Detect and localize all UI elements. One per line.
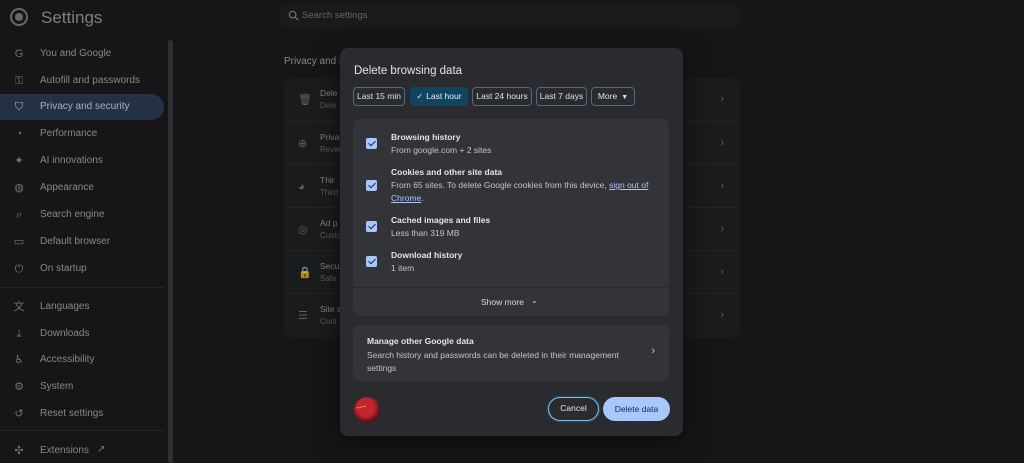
option-subtitle: From 65 sites. To delete Google cookies …	[391, 179, 659, 205]
show-more-label: Show more	[481, 297, 524, 307]
chip-last-7-days[interactable]: Last 7 days	[536, 87, 587, 106]
manage-google-data-row[interactable]: Manage other Google data Search history …	[353, 325, 669, 381]
avatar-logo-icon: ~~~	[355, 403, 368, 413]
chip-label: Last hour	[426, 91, 462, 101]
option-title: Cookies and other site data	[391, 167, 502, 177]
option-subtitle: From google.com + 2 sites	[391, 145, 492, 155]
cookies-checkbox[interactable]	[366, 180, 377, 191]
chip-label: Last 24 hours	[476, 91, 528, 101]
manage-title: Manage other Google data	[367, 336, 474, 346]
chip-last-hour[interactable]: ✓ Last hour	[410, 87, 468, 106]
check-icon: ✓	[416, 92, 424, 101]
profile-avatar[interactable]: ~~~	[354, 397, 380, 423]
chip-last-15-min[interactable]: Last 15 min	[353, 87, 405, 106]
manage-subtitle: Search history and passwords can be dele…	[367, 350, 619, 373]
chevron-down-icon: ⌄	[531, 296, 538, 305]
chip-last-24-hours[interactable]: Last 24 hours	[472, 87, 532, 106]
data-options-list: Browsing history From google.com + 2 sit…	[353, 119, 669, 287]
caret-down-icon: ▼	[621, 94, 629, 101]
chip-label: Last 7 days	[539, 91, 584, 101]
browsing-history-checkbox[interactable]	[366, 138, 377, 149]
dialog-title: Delete browsing data	[354, 65, 463, 77]
chip-more-dropdown[interactable]: More ▼	[591, 87, 635, 106]
delete-data-button[interactable]: Delete data	[603, 397, 670, 421]
chip-label: More	[597, 91, 618, 101]
chip-label: Last 15 min	[357, 91, 401, 101]
option-title: Download history	[391, 250, 463, 260]
download-history-checkbox[interactable]	[366, 256, 377, 267]
option-title: Browsing history	[391, 132, 461, 142]
cached-images-checkbox[interactable]	[366, 221, 377, 232]
show-more-button[interactable]: Show more ⌄	[353, 288, 669, 316]
cancel-button[interactable]: Cancel	[548, 397, 599, 421]
option-subtitle: 1 item	[391, 263, 415, 273]
option-subtitle: Less than 319 MB	[391, 228, 460, 238]
chevron-right-icon: ›	[651, 345, 655, 357]
delete-browsing-data-dialog: Delete browsing data Last 15 min ✓ Last h…	[340, 48, 683, 436]
cookies-subtitle-text: From 65 sites. To delete Google cookies …	[391, 180, 610, 190]
cookies-subtitle-end: .	[421, 193, 424, 203]
option-title: Cached images and files	[391, 215, 491, 225]
